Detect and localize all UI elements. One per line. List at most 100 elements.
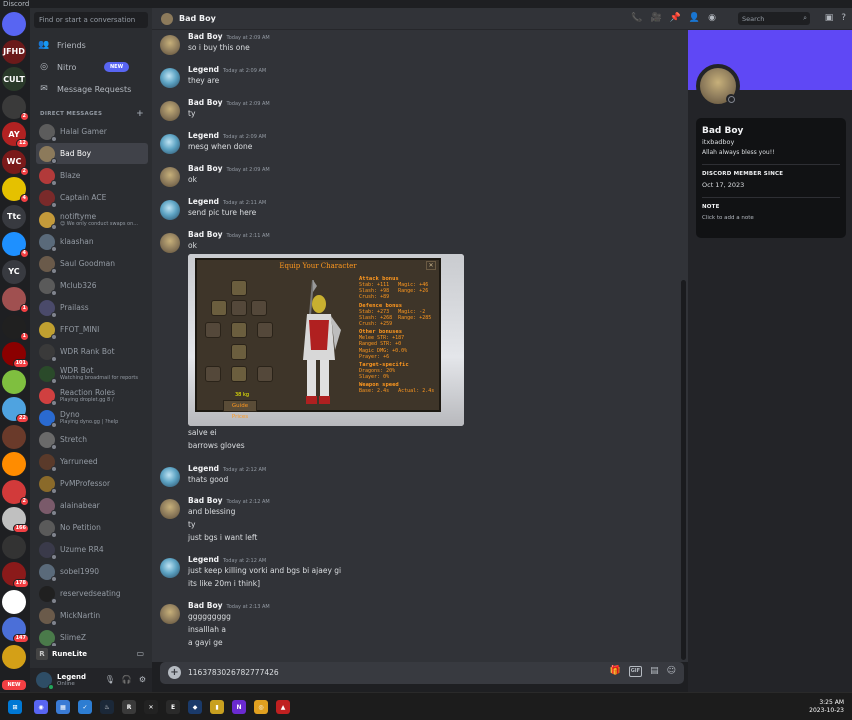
photos-taskbar-icon[interactable]: ▦ [56, 700, 70, 714]
app-taskbar-icon[interactable]: ◆ [188, 700, 202, 714]
message-author[interactable]: Legend [188, 131, 219, 140]
server-icon[interactable]: YC [2, 259, 26, 284]
server-icon[interactable]: 4 [2, 177, 29, 203]
message-author[interactable]: Bad Boy [188, 496, 223, 505]
server-icon[interactable]: 101 [2, 342, 29, 368]
dm-item[interactable]: Captain ACE [36, 187, 148, 208]
dm-item[interactable]: Yarruneed [36, 451, 148, 472]
message-avatar[interactable] [160, 499, 180, 519]
dm-item[interactable]: Prailass [36, 297, 148, 318]
dm-item[interactable]: WDR Bot Watching broadmail for reports [36, 363, 148, 384]
epic-taskbar-icon[interactable]: E [166, 700, 180, 714]
message-author[interactable]: Legend [188, 464, 219, 473]
message-author[interactable]: Bad Boy [188, 230, 223, 239]
message-avatar[interactable] [160, 101, 180, 121]
message-author[interactable]: Legend [188, 555, 219, 564]
dm-item[interactable]: Stretch [36, 429, 148, 450]
dm-item[interactable]: klaashan [36, 231, 148, 252]
server-icon[interactable]: 22 [2, 397, 29, 423]
server-icon[interactable]: 147 [2, 617, 29, 643]
message-scrollbar[interactable] [681, 280, 686, 660]
dm-item[interactable]: Uzume RR4 [36, 539, 148, 560]
discord-taskbar-icon[interactable]: ◉ [34, 700, 48, 714]
dm-item[interactable]: No Petition [36, 517, 148, 538]
app-taskbar-icon[interactable]: ✕ [144, 700, 158, 714]
message-avatar[interactable] [160, 467, 180, 487]
nav-friends[interactable]: 👥 Friends [34, 36, 148, 54]
add-dm-icon[interactable]: + [136, 109, 144, 119]
message-avatar[interactable] [160, 68, 180, 88]
message-avatar[interactable] [160, 35, 180, 55]
server-icon[interactable] [2, 644, 26, 669]
gift-icon[interactable]: 🎁 [609, 666, 620, 677]
server-icon[interactable]: AY 12 [2, 122, 29, 148]
server-icon[interactable]: 1 [2, 314, 29, 341]
todo-taskbar-icon[interactable]: ✓ [78, 700, 92, 714]
server-icon[interactable]: 2 [2, 94, 29, 121]
server-icon[interactable] [2, 452, 26, 476]
runelite-taskbar-icon[interactable]: R [122, 700, 136, 714]
server-icon[interactable]: CULT [2, 67, 26, 91]
app-taskbar-icon[interactable]: N [232, 700, 246, 714]
home-server-icon[interactable] [2, 12, 26, 36]
equip-screenshot-image[interactable]: Equip Your Character ✕ 38 kg Guide Price… [188, 254, 464, 426]
dm-item[interactable]: FFOT_MINI [36, 319, 148, 340]
message-composer[interactable]: + 1163783026782777426 🎁 GIF ▤ ☺ [160, 662, 684, 684]
profile-toggle-icon[interactable]: ◉ [708, 13, 716, 23]
dm-item[interactable]: WDR Rank Bot [36, 341, 148, 362]
dm-item[interactable]: sobel1990 [36, 561, 148, 582]
chrome-taskbar-icon[interactable]: ◎ [254, 700, 268, 714]
note-input[interactable]: Click to add a note [702, 215, 840, 221]
rail-new-badge[interactable]: NEW [2, 680, 26, 690]
dm-item[interactable]: notiftyme 😊 We only conduct swaps on... [36, 209, 148, 230]
message-avatar[interactable] [160, 134, 180, 154]
dm-item[interactable]: alainabear [36, 495, 148, 516]
message-avatar[interactable] [160, 558, 180, 578]
message-avatar[interactable] [160, 233, 180, 253]
emoji-icon[interactable]: ☺ [667, 666, 676, 677]
help-icon[interactable]: ? [841, 13, 846, 23]
add-attachment-icon[interactable]: + [168, 666, 181, 679]
server-icon[interactable]: WC 2 [2, 149, 29, 176]
dm-item[interactable]: reservedseating [36, 583, 148, 604]
start-icon[interactable]: ⊞ [8, 700, 22, 714]
server-icon[interactable]: 4 [2, 232, 29, 258]
message-avatar[interactable] [160, 167, 180, 187]
gif-icon[interactable]: GIF [628, 666, 643, 677]
dm-item[interactable]: Dyno Playing dyno.gg | ?help [36, 407, 148, 428]
server-icon[interactable] [2, 369, 26, 394]
app-taskbar-icon[interactable]: ▮ [210, 700, 224, 714]
message-author[interactable]: Legend [188, 65, 219, 74]
activity-runelite[interactable]: R RuneLite ▭ [30, 646, 152, 662]
nav-nitro[interactable]: ◎ Nitro NEW [34, 58, 148, 76]
user-avatar[interactable] [36, 672, 54, 690]
server-icon[interactable]: 2 [2, 479, 29, 506]
server-icon[interactable]: 1 [2, 287, 29, 313]
server-icon[interactable]: 178 [2, 562, 29, 588]
dm-item[interactable]: Blaze [36, 165, 148, 186]
server-icon[interactable]: 166 [2, 507, 29, 533]
server-icon[interactable] [2, 424, 26, 449]
steam-taskbar-icon[interactable]: ♨ [100, 700, 114, 714]
server-icon[interactable]: Ttc [2, 204, 26, 229]
message-input-value[interactable]: 1163783026782777426 [188, 668, 279, 677]
message-author[interactable]: Bad Boy [188, 32, 223, 41]
profile-avatar[interactable] [696, 64, 740, 108]
dm-item[interactable]: Mclub326 [36, 275, 148, 296]
microphone-icon[interactable]: 🎙 [105, 675, 115, 684]
dm-item[interactable]: Saul Goodman [36, 253, 148, 274]
dm-item[interactable]: PvMProfessor [36, 473, 148, 494]
message-avatar[interactable] [160, 604, 180, 624]
video-call-icon[interactable]: 🎥 [650, 13, 661, 23]
pin-icon[interactable]: 📌 [670, 13, 681, 23]
add-friend-icon[interactable]: 👤 [689, 13, 700, 23]
app-taskbar-icon[interactable]: ▲ [276, 700, 290, 714]
search-input[interactable]: Search ⌕ [738, 12, 810, 25]
dm-item[interactable]: Bad Boy [36, 143, 148, 164]
dm-item[interactable]: Reaction Roles Playing droplet.gg 8 / [36, 385, 148, 406]
nav-message-requests[interactable]: ✉ Message Requests [34, 80, 148, 98]
message-avatar[interactable] [160, 200, 180, 220]
server-icon[interactable] [2, 534, 26, 559]
dm-item[interactable]: SlimeZ [36, 627, 148, 648]
message-author[interactable]: Bad Boy [188, 601, 223, 610]
